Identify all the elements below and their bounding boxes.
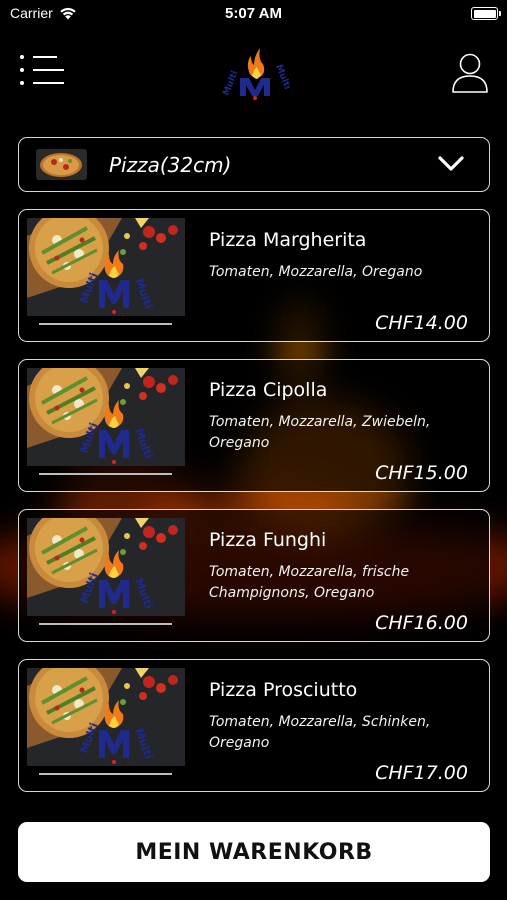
product-name: Pizza Margherita (209, 229, 367, 251)
product-image (27, 368, 185, 466)
product-name: Pizza Cipolla (209, 379, 328, 401)
product-image (27, 518, 185, 616)
clock: 5:07 AM (225, 5, 282, 22)
category-dropdown[interactable]: Pizza(32cm) (18, 137, 490, 192)
product-name: Pizza Funghi (209, 529, 327, 551)
product-card[interactable]: Pizza Margherita Tomaten, Mozzarella, Or… (18, 209, 490, 342)
chevron-down-icon[interactable] (437, 154, 465, 174)
product-price: CHF14.00 (375, 312, 468, 334)
svg-text:Multi: Multi (273, 63, 290, 91)
product-card[interactable]: Pizza Prosciutto Tomaten, Mozzarella, Sc… (18, 659, 490, 792)
divider (39, 773, 172, 775)
category-thumbnail (36, 149, 87, 180)
product-price: CHF17.00 (375, 762, 468, 784)
svg-text:Multi: Multi (222, 69, 241, 97)
product-description: Tomaten, Mozzarella, Oregano (209, 264, 423, 280)
category-label: Pizza(32cm) (109, 153, 232, 177)
product-card[interactable]: Pizza Funghi Tomaten, Mozzarella, frisch… (18, 509, 490, 642)
product-name: Pizza Prosciutto (209, 679, 358, 701)
product-description: Tomaten, Mozzarella, frische Champignons… (209, 564, 410, 601)
product-image (27, 668, 185, 766)
brand-logo[interactable]: Multi Multi (218, 44, 290, 100)
product-price: CHF16.00 (375, 612, 468, 634)
divider (39, 323, 172, 325)
divider (39, 473, 172, 475)
battery-icon (471, 7, 501, 20)
product-image (27, 218, 185, 316)
user-icon[interactable] (451, 52, 489, 94)
product-description: Tomaten, Mozzarella, Zwiebeln, Oregano (209, 414, 431, 451)
product-card[interactable]: Pizza Cipolla Tomaten, Mozzarella, Zwieb… (18, 359, 490, 492)
divider (39, 623, 172, 625)
status-bar: Carrier 5:07 AM (0, 0, 507, 30)
menu-icon[interactable] (20, 55, 64, 87)
product-description: Tomaten, Mozzarella, Schinken, Oregano (209, 714, 431, 751)
cart-button[interactable]: MEIN WARENKORB (18, 822, 490, 882)
product-price: CHF15.00 (375, 462, 468, 484)
